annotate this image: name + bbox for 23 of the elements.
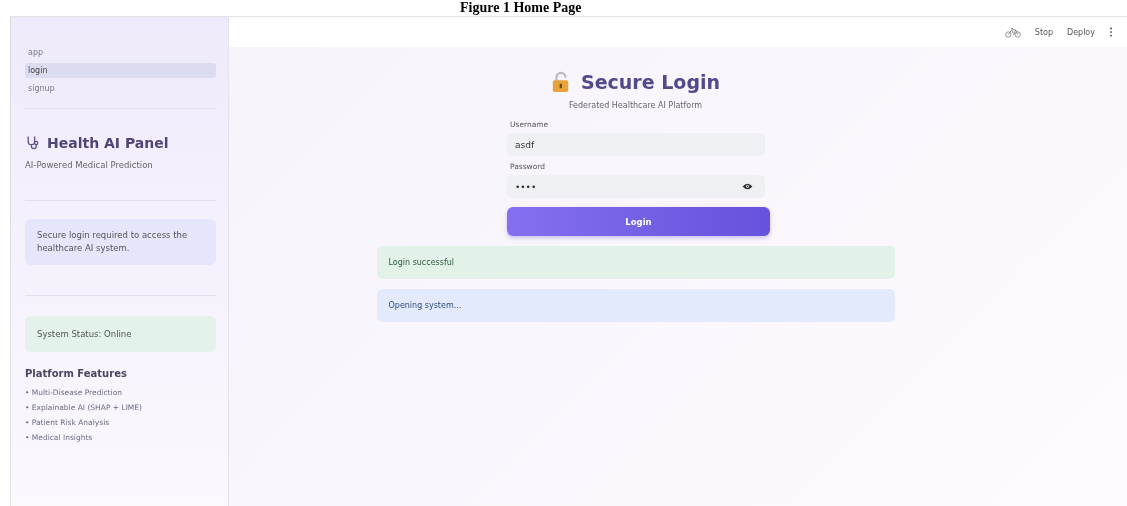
- stethoscope-icon: [25, 135, 41, 151]
- header-action-link[interactable]: Deploy: [1067, 27, 1095, 37]
- features-heading: Platform Features: [25, 368, 128, 380]
- menu-icon[interactable]: [1109, 27, 1113, 37]
- sidebar-nav-link[interactable]: signup: [25, 81, 216, 96]
- panel-subtitle: AI-Powered Medical Prediction: [25, 160, 154, 170]
- padlock-icon: [551, 71, 571, 93]
- password-field[interactable]: ••••: [507, 175, 765, 198]
- eye-icon[interactable]: [742, 183, 753, 190]
- status-message: System Status: Online: [25, 315, 216, 353]
- username-field[interactable]: asdf: [507, 133, 765, 156]
- info-message: Opening system...: [376, 289, 895, 322]
- sidebar-nav-link[interactable]: app: [25, 45, 216, 60]
- success-message: Login successful: [376, 246, 895, 279]
- bicycle-icon: [1004, 26, 1021, 38]
- info-message: Secure login required to access the healthcare AI system.: [25, 219, 216, 265]
- figure-caption: Figure 1 Home Page: [459, 0, 583, 16]
- sidebar-nav-link[interactable]: login: [25, 63, 216, 78]
- login-subtitle: Federated Healthcare AI Platform: [568, 101, 703, 110]
- panel-title: Health AI Panel: [47, 135, 169, 151]
- header-action-link[interactable]: Stop: [1034, 27, 1053, 37]
- login-title: Secure Login: [581, 71, 720, 93]
- login-button[interactable]: Login: [507, 207, 770, 236]
